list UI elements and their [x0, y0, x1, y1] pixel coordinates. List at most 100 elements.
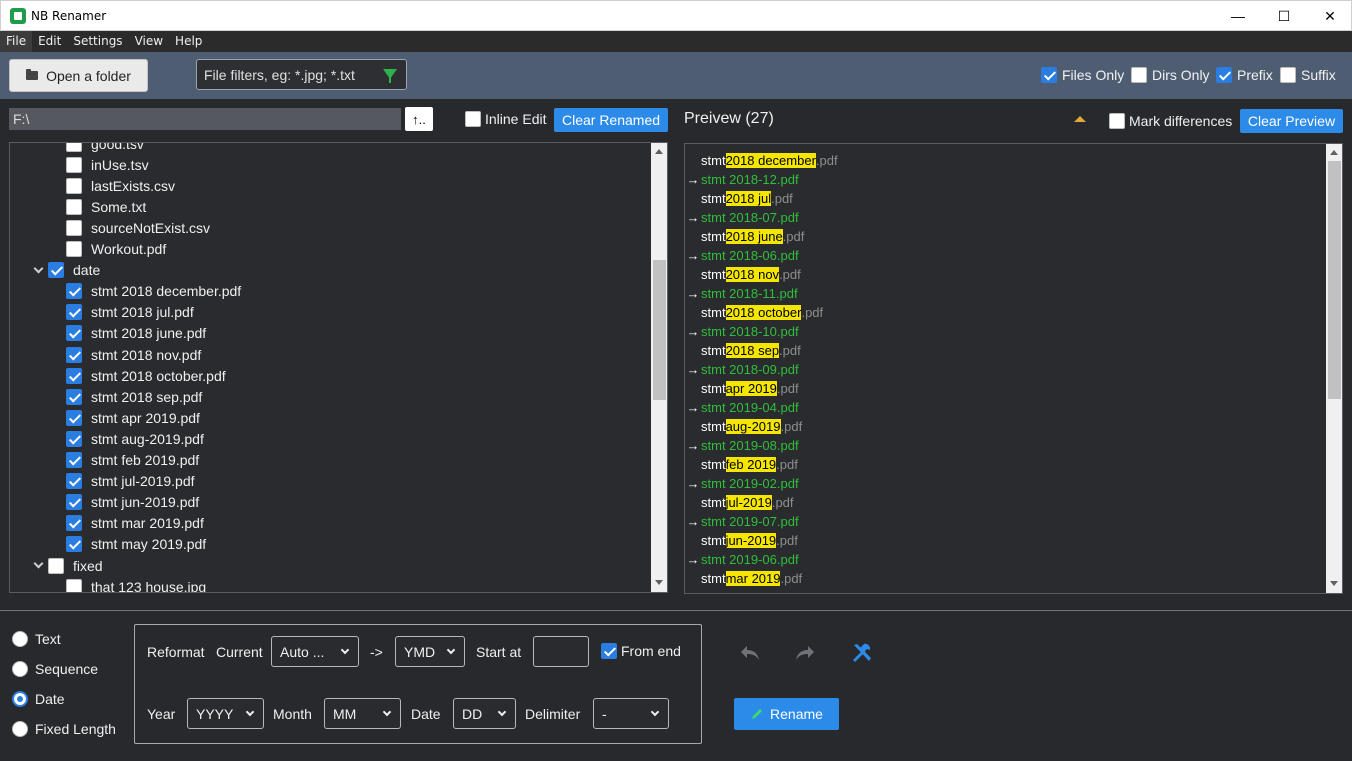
- preview-scroll-down-icon[interactable]: [1330, 581, 1338, 586]
- tree-checkbox[interactable]: [66, 283, 82, 300]
- suffix-option[interactable]: Suffix: [1280, 67, 1336, 83]
- mode-text[interactable]: Text: [12, 631, 61, 647]
- tree-file-row[interactable]: sourceNotExist.csv: [66, 217, 210, 238]
- chevron-down-icon[interactable]: [33, 263, 44, 274]
- tree-file-row[interactable]: stmt 2018 october.pdf: [66, 365, 226, 386]
- tree-file-row[interactable]: stmt feb 2019.pdf: [66, 450, 199, 471]
- scroll-down-icon[interactable]: [655, 580, 663, 585]
- target-format-select[interactable]: YMD: [395, 636, 465, 667]
- preview-scroll-up-icon[interactable]: [1330, 150, 1338, 155]
- from-end-option[interactable]: From end: [601, 643, 681, 659]
- mode-sequence[interactable]: Sequence: [12, 661, 98, 677]
- dirs-only-checkbox[interactable]: [1131, 67, 1147, 83]
- current-format-select[interactable]: Auto ...: [271, 636, 359, 667]
- tree-checkbox[interactable]: [66, 143, 82, 152]
- tree-scroll-thumb[interactable]: [653, 260, 666, 400]
- tree-file-row[interactable]: stmt aug-2019.pdf: [66, 428, 204, 449]
- tree-checkbox[interactable]: [66, 241, 82, 257]
- from-end-checkbox[interactable]: [601, 643, 617, 659]
- tree-file-row[interactable]: stmt apr 2019.pdf: [66, 407, 200, 428]
- month-format-select[interactable]: MM: [324, 698, 401, 729]
- delimiter-select[interactable]: -: [593, 698, 669, 729]
- collapse-up-icon[interactable]: [1074, 116, 1086, 122]
- mode-date[interactable]: Date: [12, 691, 65, 707]
- mark-differences-checkbox[interactable]: [1109, 113, 1125, 129]
- open-folder-button[interactable]: Open a folder: [9, 59, 148, 92]
- tree-file-row[interactable]: Workout.pdf: [66, 239, 166, 260]
- tree-checkbox[interactable]: [66, 409, 82, 426]
- tree-file-row[interactable]: stmt mar 2019.pdf: [66, 513, 204, 534]
- filter-icon[interactable]: [383, 69, 397, 83]
- tree-file-row[interactable]: stmt may 2019.pdf: [66, 534, 206, 555]
- tree-checkbox[interactable]: [66, 452, 82, 468]
- minimize-button[interactable]: —: [1215, 1, 1261, 31]
- tree-checkbox[interactable]: [66, 388, 82, 405]
- year-format-select[interactable]: YYYY: [187, 698, 264, 729]
- menu-settings[interactable]: Settings: [67, 31, 128, 52]
- menu-help[interactable]: Help: [169, 31, 208, 52]
- tree-file-row[interactable]: Some.txt: [66, 196, 146, 217]
- rename-button[interactable]: Rename: [734, 698, 839, 730]
- prefix-checkbox[interactable]: [1216, 67, 1232, 83]
- tree-checkbox[interactable]: [66, 219, 82, 236]
- tree-file-row[interactable]: good.tsv: [66, 143, 144, 154]
- clear-renamed-button[interactable]: Clear Renamed: [554, 108, 668, 132]
- tree-checkbox[interactable]: [48, 557, 64, 574]
- tree-file-row[interactable]: lastExists.csv: [66, 175, 175, 196]
- tree-checkbox[interactable]: [66, 473, 82, 490]
- tree-checkbox[interactable]: [66, 198, 82, 215]
- clear-preview-button[interactable]: Clear Preview: [1240, 109, 1343, 133]
- path-input[interactable]: F:\: [9, 108, 401, 130]
- tree-file-row[interactable]: stmt 2018 june.pdf: [66, 323, 206, 344]
- tree-checkbox[interactable]: [66, 304, 82, 321]
- inline-edit-option[interactable]: Inline Edit: [465, 111, 546, 127]
- parent-folder-button[interactable]: ↑..: [405, 107, 433, 131]
- tree-file-row[interactable]: stmt 2018 nov.pdf: [66, 344, 201, 365]
- tree-file-row[interactable]: inUse.tsv: [66, 154, 149, 175]
- tree-checkbox[interactable]: [66, 494, 82, 511]
- tree-folder-row[interactable]: fixed: [33, 555, 103, 576]
- mode-fixed-length[interactable]: Fixed Length: [12, 721, 116, 737]
- chevron-down-icon[interactable]: [33, 558, 44, 569]
- tree-checkbox[interactable]: [48, 262, 64, 279]
- dirs-only-option[interactable]: Dirs Only: [1131, 67, 1210, 83]
- tree-file-row[interactable]: stmt jul-2019.pdf: [66, 471, 195, 492]
- tree-checkbox[interactable]: [66, 346, 82, 363]
- preview-scrollbar[interactable]: [1326, 144, 1342, 593]
- file-filter-input[interactable]: File filters, eg: *.jpg; *.txt: [196, 59, 407, 90]
- redo-icon[interactable]: [794, 643, 816, 663]
- menu-file[interactable]: File: [0, 31, 33, 52]
- inline-edit-checkbox[interactable]: [465, 111, 481, 127]
- tree-file-row[interactable]: stmt jun-2019.pdf: [66, 492, 199, 513]
- date-format-select[interactable]: DD: [453, 698, 516, 729]
- tree-checkbox[interactable]: [66, 156, 82, 173]
- files-only-option[interactable]: Files Only: [1041, 67, 1124, 83]
- undo-icon[interactable]: [739, 643, 761, 663]
- tree-checkbox[interactable]: [66, 325, 82, 342]
- mode-date-radio[interactable]: [12, 691, 28, 707]
- tree-file-row[interactable]: that 123 house.jpg: [66, 576, 206, 592]
- mode-fixed-length-radio[interactable]: [12, 721, 28, 737]
- tree-checkbox[interactable]: [66, 367, 82, 384]
- menu-view[interactable]: View: [129, 31, 169, 52]
- tools-icon[interactable]: [850, 641, 874, 665]
- tree-file-row[interactable]: stmt 2018 december.pdf: [66, 281, 241, 302]
- prefix-option[interactable]: Prefix: [1216, 67, 1273, 83]
- maximize-button[interactable]: ☐: [1261, 1, 1307, 31]
- preview-scroll-thumb[interactable]: [1328, 161, 1341, 399]
- tree-checkbox[interactable]: [66, 430, 82, 447]
- mark-differences-option[interactable]: Mark differences: [1109, 113, 1232, 129]
- tree-checkbox[interactable]: [66, 515, 82, 532]
- tree-file-row[interactable]: stmt 2018 sep.pdf: [66, 386, 202, 407]
- tree-checkbox[interactable]: [66, 536, 82, 553]
- files-only-checkbox[interactable]: [1041, 67, 1057, 83]
- tree-folder-row[interactable]: date: [33, 260, 100, 281]
- start-at-input[interactable]: [533, 636, 589, 667]
- close-button[interactable]: ✕: [1307, 1, 1352, 31]
- scroll-up-icon[interactable]: [655, 149, 663, 154]
- tree-checkbox[interactable]: [66, 578, 82, 592]
- tree-file-row[interactable]: stmt 2018 jul.pdf: [66, 302, 194, 323]
- tree-checkbox[interactable]: [66, 177, 82, 194]
- tree-scrollbar[interactable]: [651, 143, 667, 592]
- mode-sequence-radio[interactable]: [12, 661, 28, 677]
